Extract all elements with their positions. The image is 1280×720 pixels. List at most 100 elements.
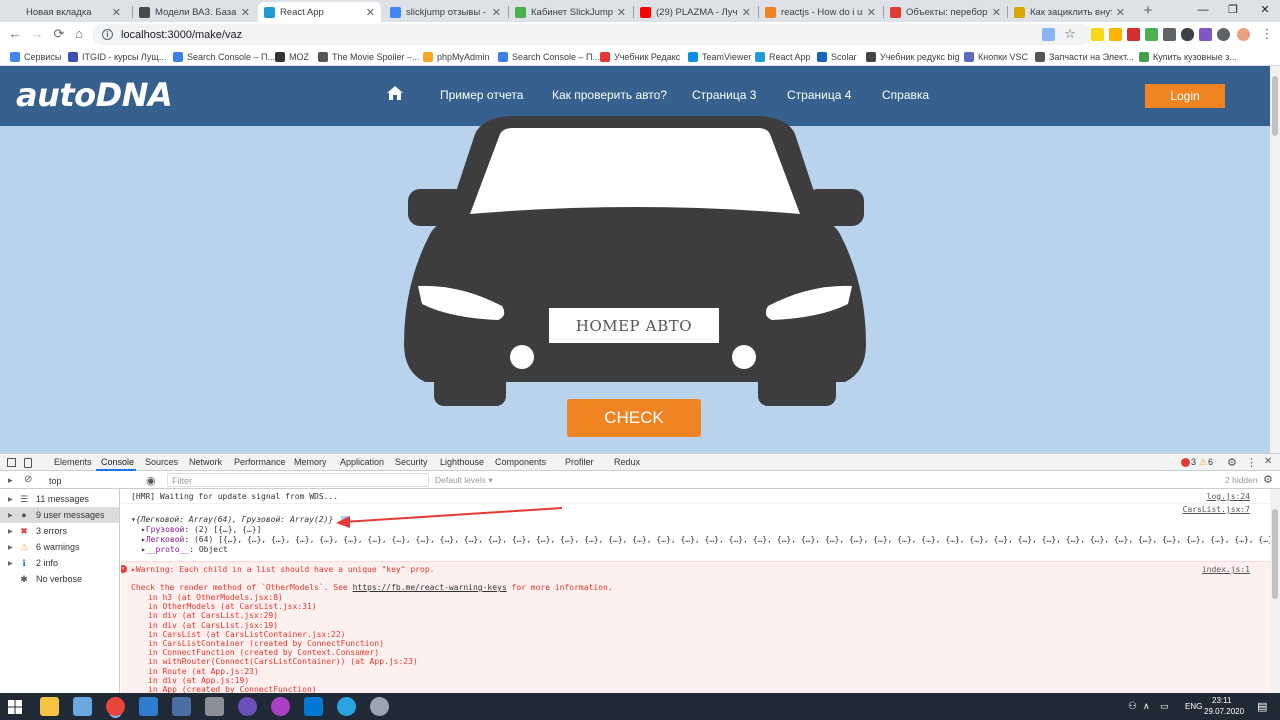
- console-scrollbar[interactable]: [1270, 489, 1280, 694]
- clock-date[interactable]: 29.07.2020: [1204, 707, 1244, 716]
- site-logo[interactable]: autoDNA: [16, 76, 173, 114]
- minimize-window-icon[interactable]: —: [1188, 0, 1218, 22]
- devtools-tab[interactable]: Application: [340, 457, 384, 467]
- browser-tab[interactable]: (29) PLAZMA - Луч ✕: [634, 2, 757, 22]
- tab-close-icon[interactable]: ✕: [617, 6, 626, 19]
- nav-link-sample-report[interactable]: Пример отчета: [440, 88, 523, 102]
- tab-close-icon[interactable]: ✕: [1116, 6, 1125, 19]
- browser-tab[interactable]: React App ✕: [258, 2, 381, 22]
- extension-icon-3[interactable]: [1127, 28, 1140, 41]
- log-levels-dropdown[interactable]: Default levels ▾: [435, 475, 493, 486]
- bookmark-item[interactable]: React App: [755, 49, 811, 64]
- extension-icon-5[interactable]: [1163, 28, 1176, 41]
- bookmark-item[interactable]: Search Console – П...: [498, 49, 600, 64]
- site-info-icon[interactable]: i: [102, 29, 113, 40]
- console-sidebar-item[interactable]: ▶ ● 9 user messages: [0, 507, 119, 523]
- devtools-tab[interactable]: Memory: [294, 457, 327, 467]
- bookmark-item[interactable]: Кнопки VSC: [964, 49, 1028, 64]
- taskbar-app-icon-1[interactable]: [73, 697, 92, 716]
- tab-close-icon[interactable]: ✕: [492, 6, 501, 19]
- tab-close-icon[interactable]: ✕: [366, 6, 375, 19]
- devtools-tab[interactable]: Components: [495, 457, 546, 467]
- devtools-menu-icon[interactable]: ⋮: [1246, 456, 1257, 469]
- login-button[interactable]: Login: [1145, 84, 1225, 108]
- close-window-icon[interactable]: ✕: [1250, 0, 1280, 22]
- bookmark-item[interactable]: Сервисы: [10, 49, 61, 64]
- viber-icon[interactable]: [271, 697, 290, 716]
- tray-chevron-icon[interactable]: ∧: [1143, 701, 1150, 712]
- translate-icon[interactable]: [1042, 28, 1055, 41]
- bookmark-item[interactable]: Search Console – П...: [173, 49, 275, 64]
- console-sidebar-item[interactable]: ✱ No verbose: [0, 571, 119, 587]
- console-filter-input[interactable]: Filter: [167, 473, 429, 487]
- react-warning-keys-link[interactable]: https://fb.me/react-warning-keys: [353, 583, 507, 592]
- sidebar-toggle-icon[interactable]: ▸: [8, 475, 13, 486]
- bookmark-item[interactable]: phpMyAdmin: [423, 49, 490, 64]
- browser-tab[interactable]: Кабинет SlickJump ✕: [509, 2, 632, 22]
- forward-icon[interactable]: →: [28, 25, 46, 43]
- license-plate-input[interactable]: НОМЕР АВТО: [549, 308, 719, 343]
- chrome-icon[interactable]: [106, 697, 125, 716]
- devtools-tab[interactable]: Network: [189, 457, 222, 467]
- calculator-icon[interactable]: [205, 697, 224, 716]
- warning-message[interactable]: ▸Warning: Each child in a list should ha…: [121, 565, 1270, 574]
- nav-link-page-3[interactable]: Страница 3: [692, 88, 756, 102]
- console-sidebar-item[interactable]: ▶ ⚠ 6 warnings: [0, 539, 119, 555]
- object-property-proto[interactable]: ▸__proto__: Object: [121, 545, 1270, 554]
- bookmark-item[interactable]: Учебник Редакс: [600, 49, 680, 64]
- console-sidebar-item[interactable]: ▶ ℹ 2 info: [0, 555, 119, 571]
- taskbar-app-icon-4[interactable]: [370, 697, 389, 716]
- bookmark-item[interactable]: The Movie Spoiler –...: [318, 49, 420, 64]
- tray-people-icon[interactable]: ⚇: [1128, 701, 1137, 712]
- clock-time[interactable]: 23:11: [1212, 696, 1231, 705]
- source-link-index[interactable]: index.js:1: [1202, 565, 1250, 574]
- devtools-tab[interactable]: Sources: [145, 457, 178, 467]
- language-indicator[interactable]: ENG: [1185, 702, 1202, 711]
- nav-link-page-4[interactable]: Страница 4: [787, 88, 851, 102]
- console-sidebar-item[interactable]: ▶ ✖ 3 errors: [0, 523, 119, 539]
- browser-tab[interactable]: reactjs - How do i use ✕: [759, 2, 882, 22]
- bookmark-item[interactable]: Запчасти на Элект...: [1035, 49, 1134, 64]
- check-button[interactable]: CHECK: [567, 399, 701, 437]
- devtools-tab[interactable]: Security: [395, 457, 428, 467]
- back-icon[interactable]: ←: [6, 25, 24, 43]
- settings-gear-icon[interactable]: ⚙: [1227, 456, 1237, 469]
- nav-link-how-to-check[interactable]: Как проверить авто?: [552, 88, 667, 102]
- home-icon[interactable]: [387, 86, 403, 100]
- bookmark-item[interactable]: ITGID - курсы Лущ...: [68, 49, 166, 64]
- file-explorer-icon[interactable]: [40, 697, 59, 716]
- expand-arrow-icon[interactable]: ▶: [8, 512, 18, 519]
- tab-close-icon[interactable]: ✕: [992, 6, 1001, 19]
- telegram-icon[interactable]: [337, 697, 356, 716]
- notifications-icon[interactable]: ▤: [1257, 700, 1267, 713]
- tab-close-icon[interactable]: ✕: [241, 6, 250, 19]
- expand-arrow-icon[interactable]: ▶: [8, 528, 18, 535]
- devtools-tab[interactable]: Elements: [54, 457, 92, 467]
- object-property-cars[interactable]: ▸Легковой: (64) [{…}, {…}, {…}, {…}, {…}…: [121, 535, 1270, 544]
- nav-link-help[interactable]: Справка: [882, 88, 929, 102]
- expand-arrow-icon[interactable]: ▶: [8, 496, 18, 503]
- console-settings-icon[interactable]: ⚙: [1263, 473, 1273, 486]
- maximize-window-icon[interactable]: ❐: [1218, 0, 1248, 22]
- source-link-carslist[interactable]: CarsList.jsx:7: [1183, 505, 1250, 514]
- bookmark-item[interactable]: Учебник редукс big: [866, 49, 960, 64]
- object-property-trucks[interactable]: ▸Грузовой: (2) [{…}, {…}]: [121, 525, 1270, 534]
- extension-icon-4[interactable]: [1145, 28, 1158, 41]
- reload-icon[interactable]: ⟳: [50, 25, 68, 43]
- taskbar-app-icon-3[interactable]: [238, 697, 257, 716]
- browser-tab[interactable]: Модели ВАЗ. База ГАИ ✕: [133, 2, 256, 22]
- close-devtools-icon[interactable]: ✕: [1264, 456, 1272, 467]
- inspect-element-icon[interactable]: [7, 458, 16, 467]
- expand-arrow-icon[interactable]: ▶: [8, 560, 18, 567]
- context-selector[interactable]: top: [44, 473, 144, 487]
- tray-network-icon[interactable]: ▭: [1160, 701, 1169, 712]
- devtools-tab[interactable]: Performance: [234, 457, 286, 467]
- source-link-log[interactable]: log.js:24: [1207, 492, 1250, 501]
- console-sidebar-item[interactable]: ▶ ☰ 11 messages: [0, 491, 119, 507]
- new-tab-button[interactable]: +: [1140, 2, 1156, 20]
- home-button-icon[interactable]: ⌂: [70, 25, 88, 43]
- bookmark-item[interactable]: MOZ: [275, 49, 309, 64]
- vscode-icon[interactable]: [304, 697, 323, 716]
- expand-arrow-icon[interactable]: ▶: [8, 544, 18, 551]
- address-bar[interactable]: i localhost:3000/make/vaz: [92, 24, 1092, 45]
